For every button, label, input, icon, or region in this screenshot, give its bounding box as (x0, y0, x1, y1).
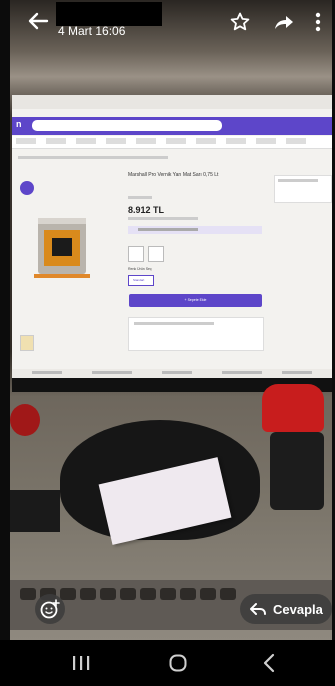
share-icon[interactable] (273, 13, 295, 31)
footer-link (222, 371, 262, 374)
footer-link (162, 371, 192, 374)
star-icon[interactable] (230, 12, 250, 32)
keyboard-key (140, 588, 156, 600)
keyboard-key (20, 588, 36, 600)
redacted-sender (56, 2, 162, 26)
selected-option-label: Standart (133, 278, 145, 282)
photo-background: n Marshall Pro Vernik Yarı Mat Sarı 0,75… (10, 0, 334, 640)
breadcrumb (18, 156, 168, 159)
product-badge (20, 181, 34, 195)
category-item (226, 138, 246, 144)
category-item (256, 138, 276, 144)
monitor-screen: n Marshall Pro Vernik Yarı Mat Sarı 0,75… (12, 95, 334, 378)
product-title: Marshall Pro Vernik Yarı Mat Sarı 0,75 L… (128, 172, 219, 178)
recent-apps-icon[interactable] (70, 654, 92, 672)
product-price: 8.912 TL (128, 205, 165, 215)
category-item (136, 138, 156, 144)
site-logo: n (16, 119, 22, 129)
category-item (106, 138, 126, 144)
keyboard-key (200, 588, 216, 600)
add-to-cart-button: + Sepete Ekle (129, 294, 262, 307)
keyboard-key (100, 588, 116, 600)
product-code (128, 196, 152, 199)
category-item (46, 138, 66, 144)
footer-links (12, 369, 334, 378)
site-header: n (12, 117, 334, 135)
keyboard-key (180, 588, 196, 600)
viewer-top-bar: 4 Mart 16:06 (0, 0, 335, 48)
category-bar (12, 136, 334, 149)
keyboard-key (220, 588, 236, 600)
footer-link (92, 371, 132, 374)
category-item (166, 138, 186, 144)
category-item (76, 138, 96, 144)
option-box (148, 246, 164, 262)
red-stamp (262, 384, 324, 432)
system-nav-bar (0, 640, 335, 686)
back-arrow-icon[interactable] (27, 10, 49, 32)
reply-button[interactable]: Cevapla (240, 594, 332, 624)
installment-info (128, 217, 198, 220)
selected-option: Standart (128, 275, 154, 286)
category-item (16, 138, 36, 144)
footer-link (282, 371, 312, 374)
add-to-cart-label: + Sepete Ekle (184, 298, 207, 302)
reply-label: Cevapla (273, 602, 323, 617)
home-icon[interactable] (168, 653, 188, 673)
left-edge (0, 0, 10, 686)
option-box (128, 246, 144, 262)
emoji-add-icon (40, 599, 60, 619)
red-object (10, 404, 40, 436)
stamp-base (270, 432, 324, 510)
footer-link (32, 371, 62, 374)
site-search-bar (32, 120, 222, 131)
more-vertical-icon[interactable] (315, 12, 321, 32)
emoji-reaction-button[interactable] (35, 594, 65, 624)
keyboard-key (120, 588, 136, 600)
message-date: 4 Mart 16:06 (58, 24, 126, 38)
color-selector-label: Renk Ürün Seç (128, 267, 152, 271)
category-item (196, 138, 216, 144)
seller-card-text (134, 322, 214, 325)
seller-card (128, 317, 264, 351)
delivery-info-box (128, 226, 262, 234)
category-item (286, 138, 306, 144)
reply-arrow-icon (250, 603, 266, 615)
black-box (10, 490, 60, 532)
side-panel-text (278, 179, 318, 182)
keyboard-key (160, 588, 176, 600)
delivery-info-text (138, 228, 198, 231)
browser-tab-strip (12, 95, 334, 109)
paint-can-image (34, 218, 90, 278)
back-icon[interactable] (262, 653, 276, 673)
side-panel (274, 175, 332, 203)
keyboard-key (80, 588, 96, 600)
product-thumbnail (20, 335, 34, 351)
